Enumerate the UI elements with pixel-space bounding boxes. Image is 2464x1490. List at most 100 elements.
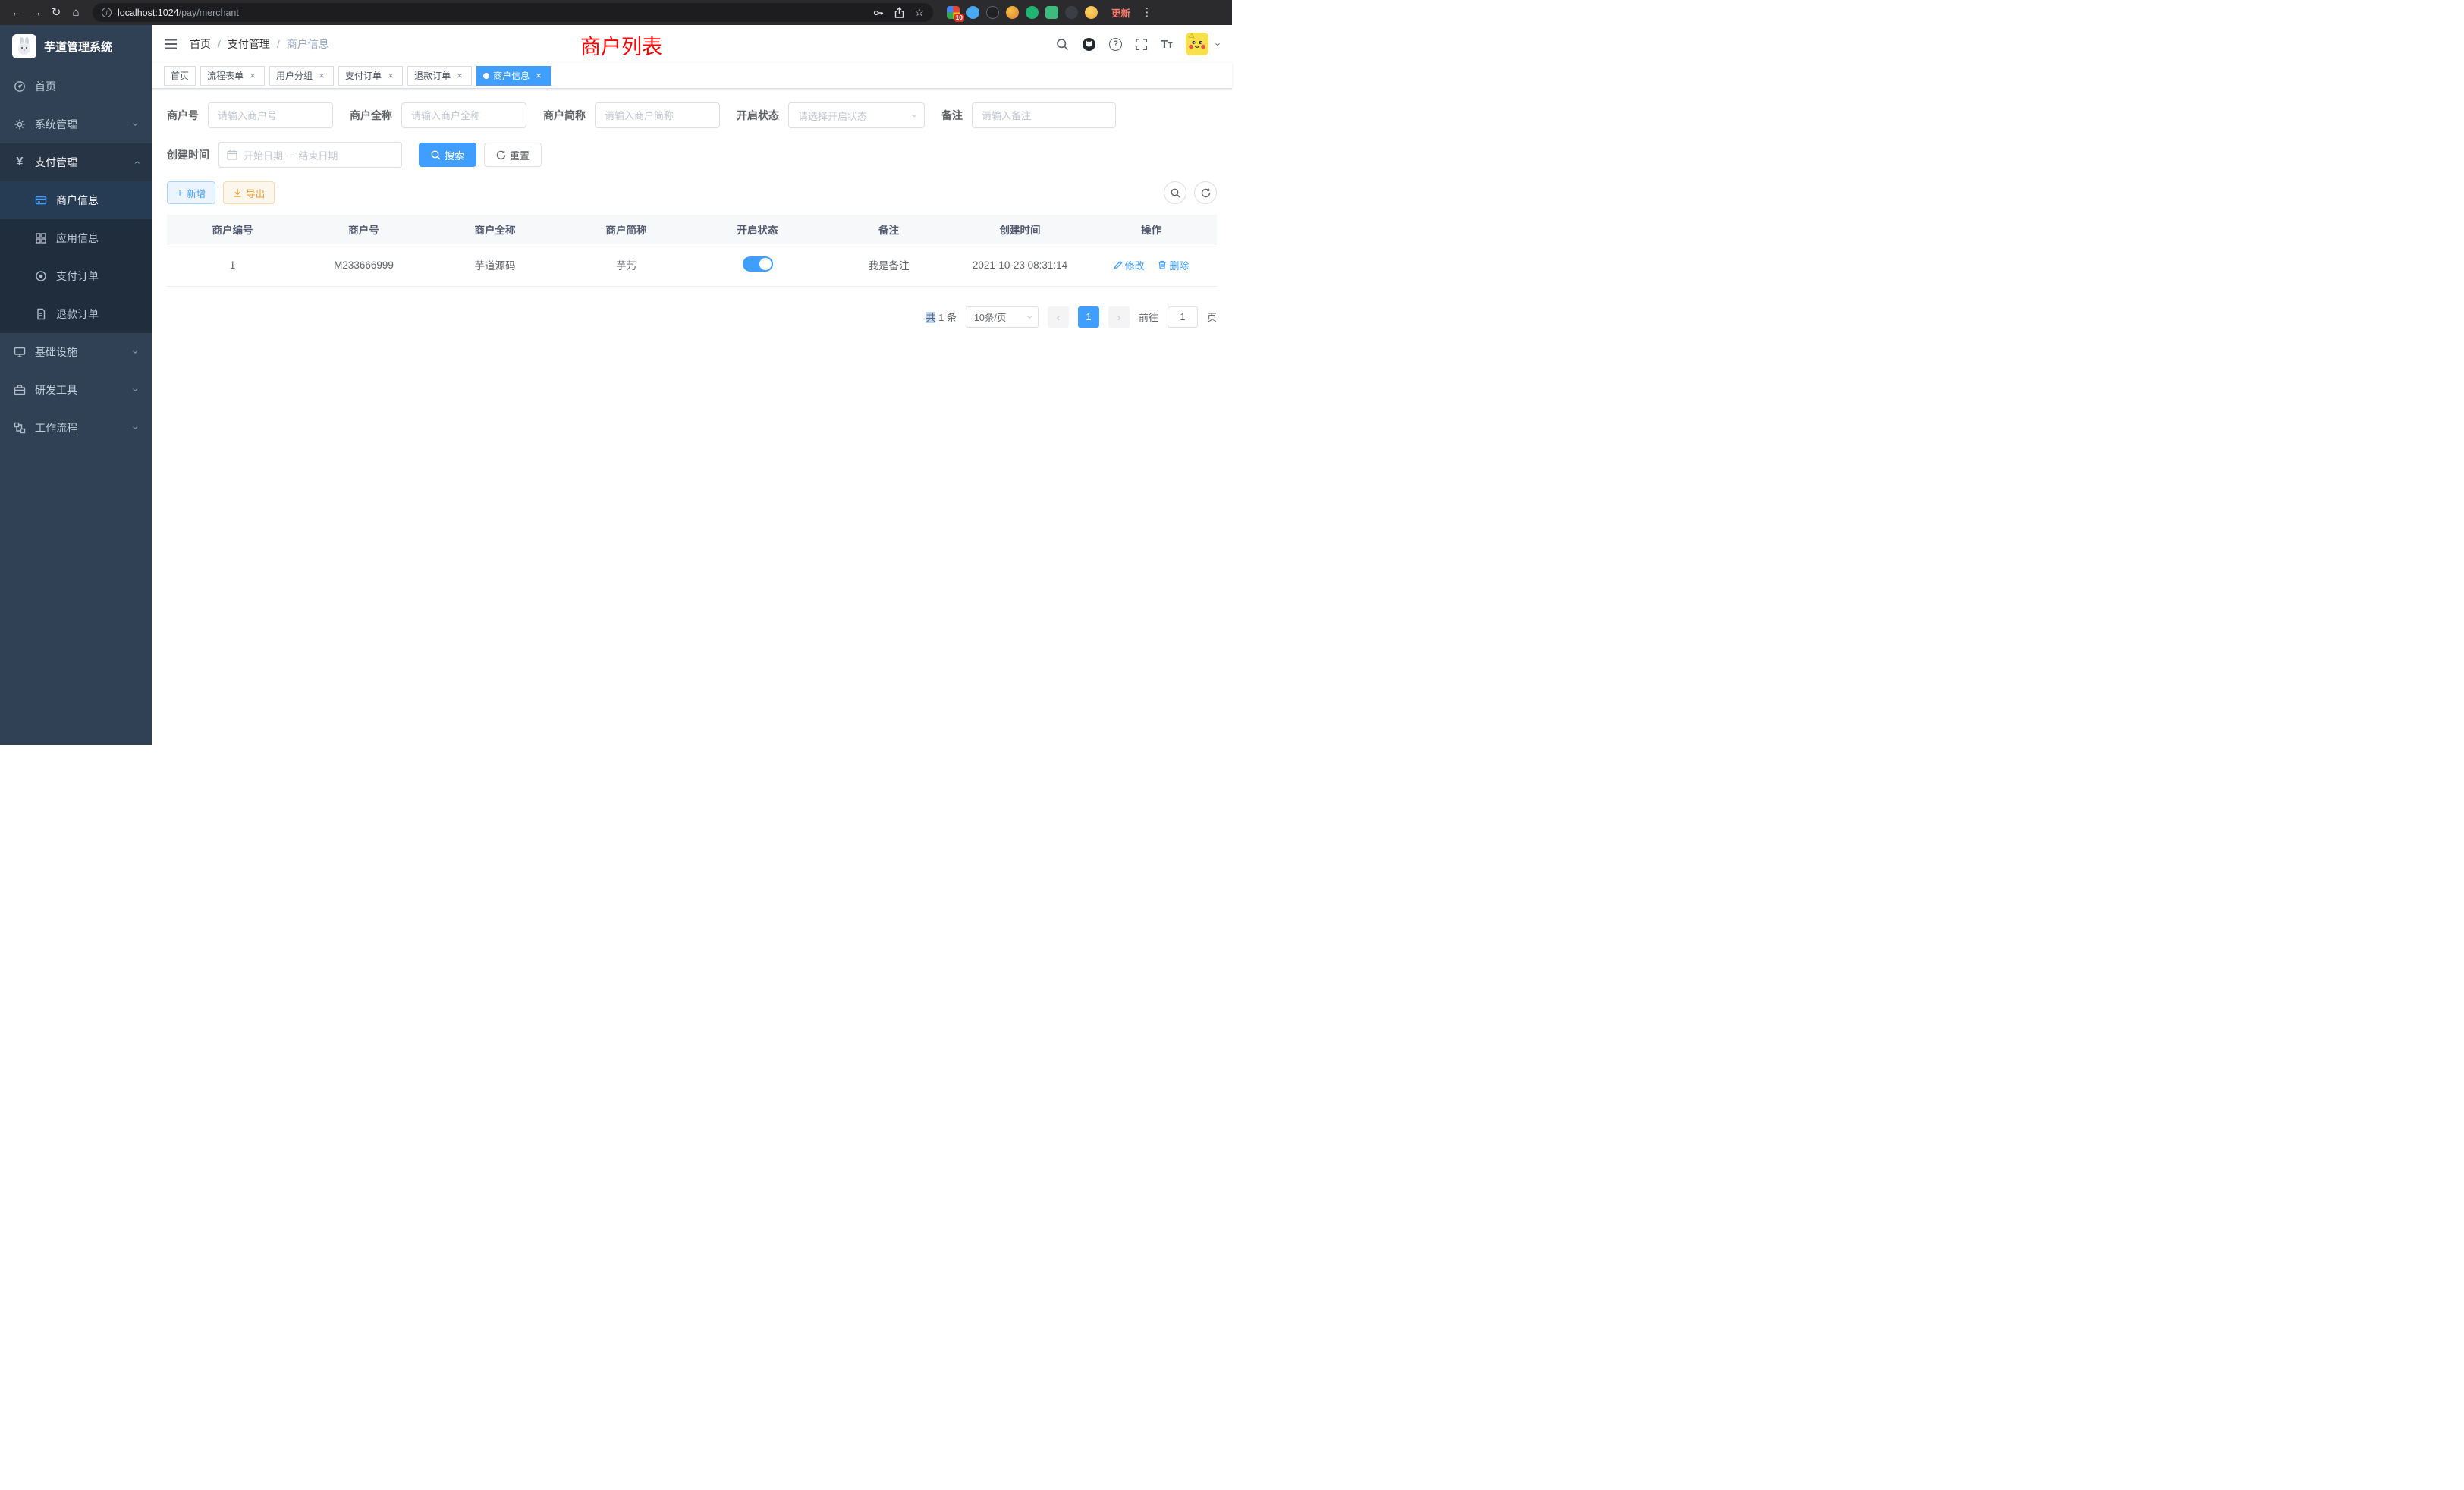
download-icon: [233, 188, 242, 197]
chevron-down-icon: ›: [130, 123, 143, 127]
pagination-total: 共 1 条: [926, 310, 957, 324]
extension-icon[interactable]: [1085, 6, 1098, 19]
status-select[interactable]: 请选择开启状态 ›: [788, 102, 925, 128]
tab-refund-orders[interactable]: 退款订单×: [407, 66, 472, 86]
extension-icon[interactable]: 10: [947, 6, 960, 19]
extension-icon[interactable]: [1045, 6, 1058, 19]
sidebar-item-system[interactable]: 系统管理 ›: [0, 105, 152, 143]
search-icon: [1171, 188, 1180, 198]
refresh-icon: [496, 150, 506, 160]
tab-user-group[interactable]: 用户分组×: [269, 66, 334, 86]
add-button[interactable]: + 新增: [167, 181, 215, 204]
goto-page-input[interactable]: [1168, 306, 1198, 328]
tab-home[interactable]: 首页: [164, 66, 196, 86]
merchant-full-name-input[interactable]: [401, 102, 526, 128]
grid-icon: [35, 232, 47, 244]
end-date-placeholder: 结束日期: [298, 148, 338, 162]
avatar-caret-icon[interactable]: ›: [1212, 42, 1224, 46]
breadcrumb: 首页 / 支付管理 / 商户信息: [190, 36, 329, 52]
next-page-button[interactable]: ›: [1108, 306, 1130, 328]
help-icon[interactable]: ?: [1109, 38, 1122, 51]
close-icon[interactable]: ×: [454, 71, 465, 81]
browser-home-icon[interactable]: ⌂: [67, 4, 85, 22]
sidebar-item-label: 基础设施: [35, 344, 77, 360]
address-bar[interactable]: i localhost:1024/pay/merchant ☆: [93, 3, 933, 22]
bookmark-star-icon[interactable]: ☆: [914, 6, 924, 19]
page-number-button[interactable]: 1: [1078, 306, 1099, 328]
page-title: 商户列表: [580, 30, 662, 60]
close-icon[interactable]: ×: [533, 71, 544, 81]
reset-button[interactable]: 重置: [484, 143, 542, 167]
close-icon[interactable]: ×: [247, 71, 258, 81]
sidebar-item-home[interactable]: 首页: [0, 68, 152, 105]
merchant-short-name-input[interactable]: [595, 102, 720, 128]
site-info-icon[interactable]: i: [102, 8, 112, 17]
tab-process-form[interactable]: 流程表单×: [200, 66, 265, 86]
extension-icon[interactable]: [986, 6, 999, 19]
filter-label: 商户简称: [543, 108, 586, 123]
search-button-label: 搜索: [445, 148, 464, 162]
filter-label: 备注: [941, 108, 963, 123]
start-date-placeholder: 开始日期: [244, 148, 283, 162]
page-size-select[interactable]: 10条/页 ›: [966, 306, 1039, 328]
sidebar-item-app-info[interactable]: 应用信息: [0, 219, 152, 257]
chrome-update-button[interactable]: 更新: [1111, 5, 1130, 20]
browser-reload-icon[interactable]: ↻: [47, 4, 65, 22]
browser-back-icon[interactable]: ←: [8, 4, 26, 22]
col-header: 商户全称: [429, 215, 561, 244]
page-unit-label: 页: [1207, 310, 1217, 324]
sidebar-item-merchant-info[interactable]: 商户信息: [0, 181, 152, 219]
user-avatar[interactable]: [1186, 33, 1208, 55]
breadcrumb-item[interactable]: 首页: [190, 36, 211, 52]
sidebar-toggle-icon[interactable]: [164, 38, 178, 50]
chevron-up-icon: ›: [130, 161, 143, 165]
toggle-search-button[interactable]: [1164, 181, 1186, 204]
create-time-range-picker[interactable]: 开始日期 - 结束日期: [218, 142, 402, 168]
breadcrumb-item[interactable]: 支付管理: [228, 36, 270, 52]
browser-toolbar: ← → ↻ ⌂ i localhost:1024/pay/merchant ☆ …: [0, 0, 1232, 25]
remark-input[interactable]: [972, 102, 1116, 128]
browser-forward-icon[interactable]: →: [27, 4, 46, 22]
sidebar-item-workflow[interactable]: 工作流程 ›: [0, 409, 152, 447]
prev-page-button[interactable]: ‹: [1048, 306, 1069, 328]
browser-menu-icon[interactable]: ⋮: [1138, 4, 1156, 22]
sidebar-item-label: 应用信息: [56, 231, 99, 246]
tab-merchant-info[interactable]: 商户信息×: [476, 66, 551, 86]
close-icon[interactable]: ×: [316, 71, 327, 81]
workflow-icon: [14, 422, 26, 434]
close-icon[interactable]: ×: [385, 71, 396, 81]
search-icon[interactable]: [1056, 38, 1069, 51]
extension-icon[interactable]: [1065, 6, 1078, 19]
password-key-icon[interactable]: [872, 7, 885, 19]
export-button[interactable]: 导出: [223, 181, 275, 204]
calendar-icon: [227, 149, 237, 160]
extension-icon[interactable]: [1006, 6, 1019, 19]
extension-icon[interactable]: [1026, 6, 1039, 19]
sidebar-item-payment-orders[interactable]: 支付订单: [0, 257, 152, 295]
sidebar-item-infrastructure[interactable]: 基础设施 ›: [0, 333, 152, 371]
refresh-table-button[interactable]: [1194, 181, 1217, 204]
status-toggle[interactable]: [743, 256, 773, 272]
merchant-table: 商户编号 商户号 商户全称 商户简称 开启状态 备注 创建时间 操作 1 M23…: [167, 215, 1217, 287]
cell-full-name: 芋道源码: [429, 244, 561, 286]
chevron-down-icon: ›: [130, 350, 143, 354]
tab-payment-orders[interactable]: 支付订单×: [338, 66, 403, 86]
edit-button[interactable]: 修改: [1114, 258, 1145, 272]
delete-button[interactable]: 删除: [1158, 258, 1189, 272]
font-size-icon[interactable]: TT: [1161, 38, 1172, 51]
sidebar-item-label: 支付订单: [56, 269, 99, 284]
sidebar-item-dev-tools[interactable]: 研发工具 ›: [0, 371, 152, 409]
share-icon[interactable]: [894, 7, 905, 19]
merchant-no-input[interactable]: [208, 102, 333, 128]
app-logo: 芋道管理系统: [0, 25, 152, 68]
github-icon[interactable]: [1082, 37, 1096, 52]
fullscreen-icon[interactable]: [1135, 38, 1148, 51]
pencil-icon: [1114, 260, 1123, 269]
filter-label: 商户号: [167, 108, 199, 123]
sidebar-item-payment[interactable]: ¥ 支付管理 ›: [0, 143, 152, 181]
breadcrumb-separator: /: [218, 38, 221, 50]
search-button[interactable]: 搜索: [419, 143, 476, 167]
sidebar-item-refund-orders[interactable]: 退款订单: [0, 295, 152, 333]
extension-icon[interactable]: [966, 6, 979, 19]
refresh-icon: [1201, 188, 1211, 198]
